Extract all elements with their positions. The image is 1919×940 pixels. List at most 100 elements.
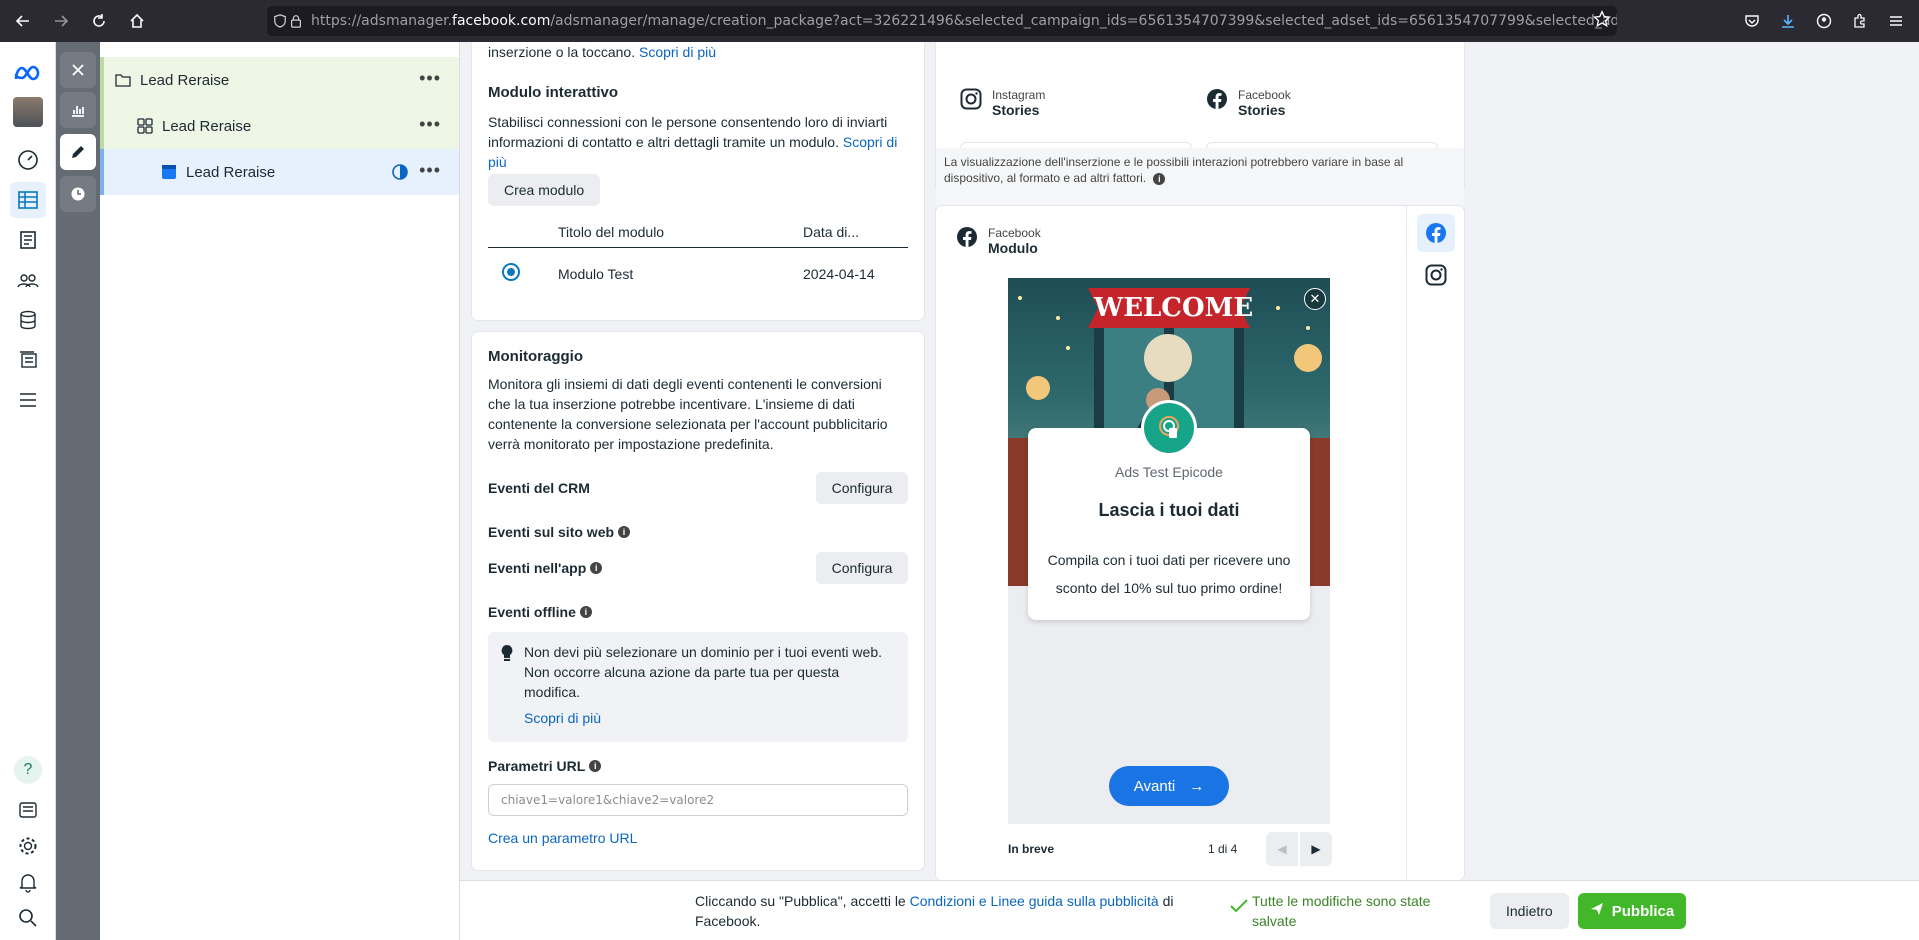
saved-status: Tutte le modifiche sono state salvate <box>1252 893 1431 929</box>
send-icon <box>1590 902 1604 920</box>
download-icon[interactable] <box>1773 6 1803 36</box>
disclaimer-text: La visualizzazione dell'inserzione e le … <box>944 155 1404 185</box>
close-icon[interactable] <box>60 52 96 88</box>
tip-text: Non devi più selezionare un dominio per … <box>524 644 882 700</box>
more-options-icon[interactable]: ••• <box>419 161 441 179</box>
half-circle-status-icon[interactable] <box>391 163 409 181</box>
publish-button[interactable]: Pubblica <box>1578 893 1686 929</box>
main-content: inserzione o la toccano. Scopri di più M… <box>460 42 1919 880</box>
app-events-label: Eventi nell'app i <box>488 560 603 576</box>
url-params-label: Parametri URL i <box>488 758 602 774</box>
disclaimer-box: La visualizzazione dell'inserzione e le … <box>936 148 1464 192</box>
info-icon[interactable]: i <box>590 562 603 574</box>
adset-name: Lead Reraise <box>162 117 252 135</box>
configure-crm-button[interactable]: Configura <box>816 472 908 504</box>
publish-footer: Cliccando su "Pubblica", accetti le Cond… <box>460 880 1919 940</box>
prev-page-icon[interactable]: ◀ <box>1266 832 1298 866</box>
configure-app-button[interactable]: Configura <box>816 552 908 584</box>
history-clock-icon[interactable] <box>60 176 96 212</box>
column-date: Data di... <box>803 224 860 240</box>
facebook-icon <box>956 226 978 248</box>
form-section-desc: Stabilisci connessioni con le persone co… <box>488 114 898 170</box>
forward-icon[interactable] <box>46 6 76 36</box>
create-url-param-link[interactable]: Crea un parametro URL <box>488 828 637 848</box>
home-icon[interactable] <box>122 6 152 36</box>
catalog-icon[interactable] <box>10 342 46 378</box>
chart-icon[interactable] <box>60 92 96 128</box>
database-icon[interactable] <box>10 302 46 338</box>
form-radio-selected[interactable] <box>502 263 520 281</box>
edit-pencil-icon[interactable] <box>60 134 96 170</box>
info-icon[interactable]: i <box>1153 173 1166 185</box>
tree-item-campaign[interactable]: Lead Reraise ••• <box>100 57 459 103</box>
audiences-icon[interactable] <box>10 262 46 298</box>
bug-report-icon[interactable] <box>10 936 46 940</box>
back-icon[interactable] <box>8 6 38 36</box>
lightbulb-icon <box>500 644 514 665</box>
instagram-switch-icon[interactable] <box>1417 256 1455 294</box>
back-button[interactable]: Indietro <box>1490 893 1569 929</box>
phone-preview: WELCOME ✕ Ads Test Epicode Lascia i tuoi… <box>1008 278 1330 824</box>
campaign-name: Lead Reraise <box>140 71 230 89</box>
form-table-header: Titolo del modulo Data di... <box>488 218 908 248</box>
form-title-cell: Modulo Test <box>558 266 634 282</box>
menu-icon[interactable] <box>1881 6 1911 36</box>
crm-events-label: Eventi del CRM <box>488 480 590 496</box>
ig-platform-label: Instagram <box>992 88 1046 102</box>
account-icon[interactable] <box>1809 6 1839 36</box>
info-icon[interactable]: i <box>618 526 631 538</box>
table-row[interactable]: Modulo Test 2024-04-14 <box>488 250 908 300</box>
editor-toolbar <box>56 42 100 940</box>
tip-learn-more-link[interactable]: Scopri di più <box>524 708 601 728</box>
form-section-title: Modulo interattivo <box>488 84 618 101</box>
extensions-icon[interactable] <box>1845 6 1875 36</box>
page-name: Ads Test Epicode <box>1115 464 1223 480</box>
pages-icon[interactable] <box>10 222 46 258</box>
terms-text: Cliccando su "Pubblica", accetti le Cond… <box>695 893 1174 929</box>
notifications-bell-icon[interactable] <box>10 864 46 900</box>
preview-platform-switcher <box>1406 206 1464 880</box>
page-avatar <box>1141 400 1197 456</box>
pocket-icon[interactable] <box>1737 6 1767 36</box>
facebook-switch-icon[interactable] <box>1417 214 1455 252</box>
help-icon[interactable]: ? <box>10 752 46 788</box>
bookmark-star-icon[interactable] <box>1593 10 1611 32</box>
ads-manager-table-icon[interactable] <box>10 182 46 218</box>
create-form-button[interactable]: Crea modulo <box>488 174 601 206</box>
shield-icon[interactable] <box>273 10 287 32</box>
dashboard-gauge-icon[interactable] <box>10 142 46 178</box>
preview-platform-label: Facebook <box>988 226 1041 240</box>
domain-tip-box: Non devi più selezionare un dominio per … <box>488 632 908 742</box>
next-page-icon[interactable]: ▶ <box>1300 832 1332 866</box>
reload-icon[interactable] <box>84 6 114 36</box>
folder-icon <box>114 71 132 89</box>
tree-item-ad[interactable]: Lead Reraise ••• <box>100 149 459 195</box>
preview-page-counter: 1 di 4 <box>1208 842 1238 856</box>
learn-more-link[interactable]: Scopri di più <box>639 44 716 60</box>
more-options-icon[interactable]: ••• <box>419 115 441 133</box>
avatar[interactable] <box>10 94 46 130</box>
more-options-icon[interactable]: ••• <box>419 69 441 87</box>
ad-name: Lead Reraise <box>186 163 276 181</box>
close-preview-icon[interactable]: ✕ <box>1304 288 1326 310</box>
all-tools-menu-icon[interactable] <box>10 382 46 418</box>
form-date-cell: 2024-04-14 <box>803 266 875 282</box>
fb-placement-label: Stories <box>1238 102 1286 118</box>
tree-item-adset[interactable]: Lead Reraise ••• <box>100 103 459 149</box>
search-icon[interactable] <box>10 900 46 936</box>
url-params-input[interactable]: chiave1=valore1&chiave2=valore2 <box>488 784 908 816</box>
campaign-tree-panel: Lead Reraise ••• Lead Reraise ••• Lead R… <box>100 42 460 940</box>
browser-toolbar: https://adsmanager.facebook.com/adsmanag… <box>0 0 1919 42</box>
next-button[interactable]: Avanti → <box>1109 766 1229 806</box>
top-text: inserzione o la toccano. Scopri di più <box>488 44 717 60</box>
info-icon[interactable]: i <box>589 760 602 772</box>
column-title: Titolo del modulo <box>558 224 665 240</box>
offline-events-label: Eventi offline i <box>488 604 592 620</box>
news-icon[interactable] <box>10 792 46 828</box>
lock-icon[interactable] <box>289 10 303 32</box>
url-bar[interactable]: https://adsmanager.facebook.com/adsmanag… <box>267 6 1617 36</box>
meta-logo-icon[interactable] <box>10 56 46 92</box>
settings-gear-icon[interactable] <box>10 828 46 864</box>
info-icon[interactable]: i <box>579 606 592 618</box>
terms-link[interactable]: Condizioni e Linee guida sulla pubblicit… <box>910 893 1159 909</box>
